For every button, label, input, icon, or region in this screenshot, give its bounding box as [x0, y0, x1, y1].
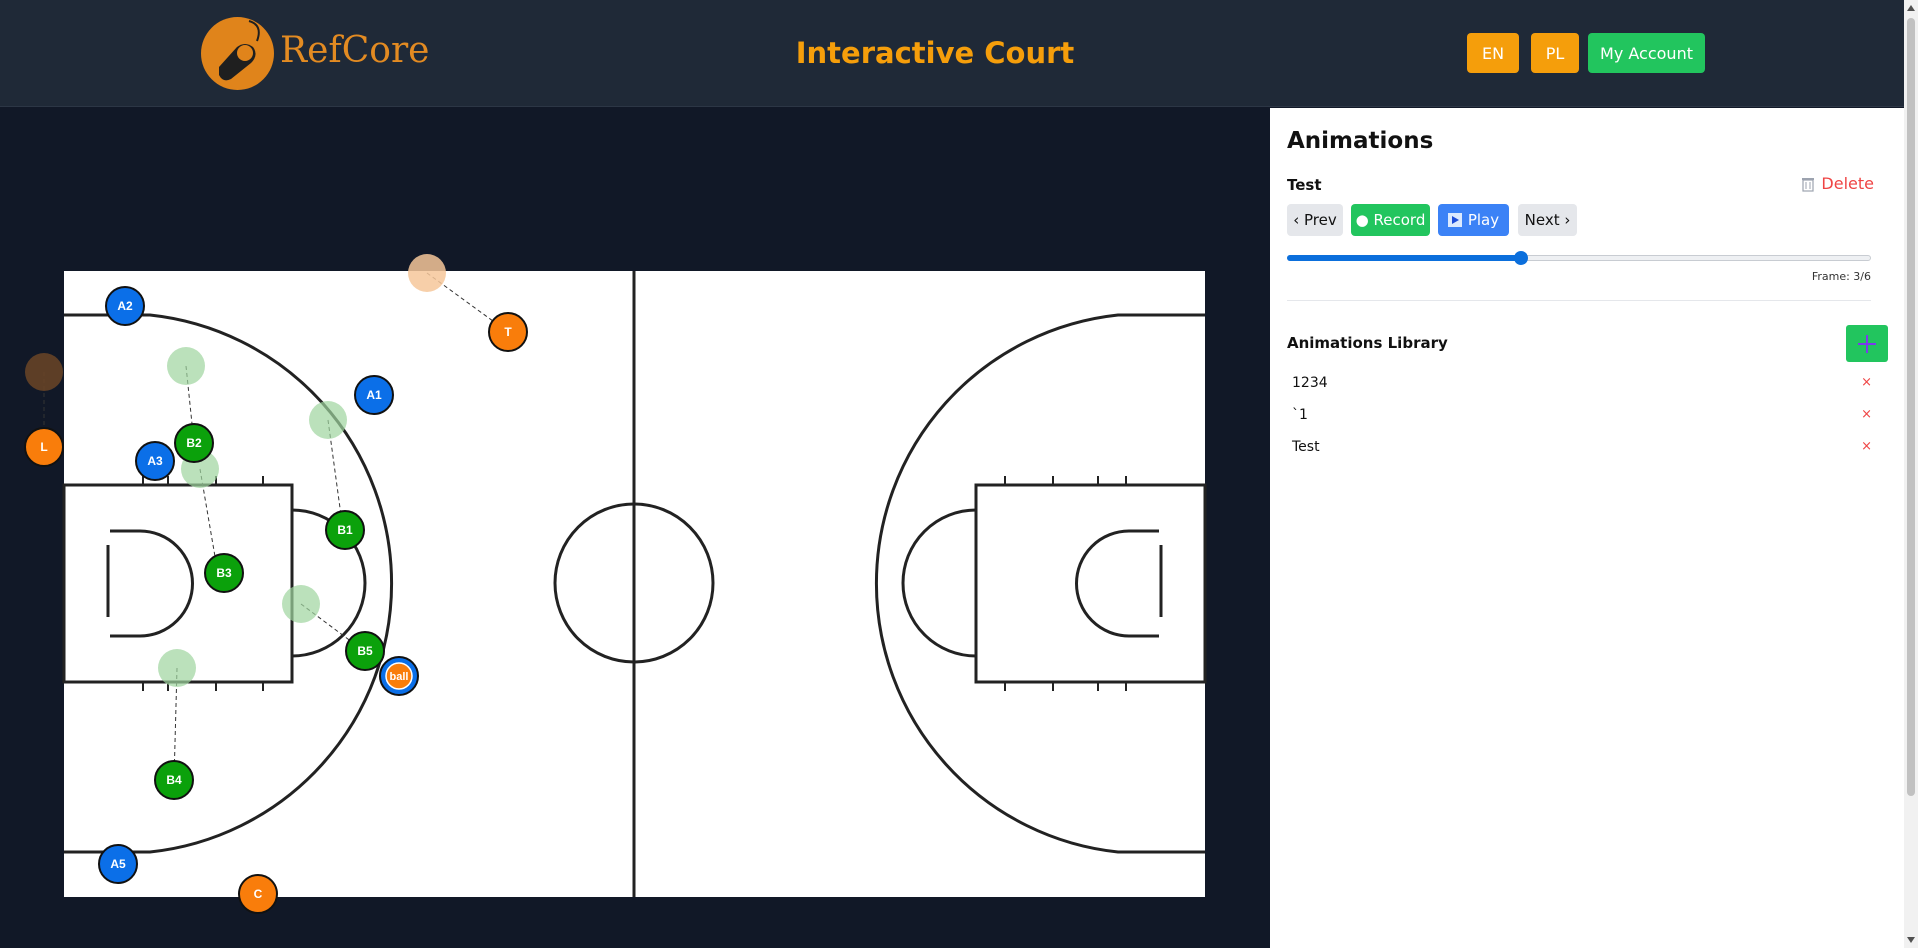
remove-icon[interactable]: × — [1861, 439, 1872, 454]
library-item[interactable]: `1 × — [1292, 407, 1872, 427]
frame-counter: Frame: 3/6 — [1811, 270, 1871, 283]
player-b4[interactable]: B4 — [154, 760, 194, 800]
record-button[interactable]: ● Record — [1351, 204, 1430, 236]
animations-panel: Animations Test Delete ‹ Prev ● Record P… — [1270, 108, 1904, 948]
library-item-name: Test — [1292, 439, 1320, 455]
player-a3[interactable]: A3 — [135, 441, 175, 481]
prev-frame-button[interactable]: ‹ Prev — [1287, 204, 1343, 236]
svg-text:B2: B2 — [186, 436, 202, 450]
divider — [1287, 300, 1871, 301]
player-b1[interactable]: B1 — [325, 510, 365, 550]
library-item-name: `1 — [1292, 407, 1308, 423]
remove-icon[interactable]: × — [1861, 407, 1872, 422]
svg-text:A1: A1 — [366, 388, 382, 402]
svg-text:T: T — [504, 325, 512, 339]
scroll-up-icon[interactable] — [1907, 5, 1915, 11]
ghost-player-b2 — [167, 347, 205, 385]
svg-text:ball: ball — [390, 671, 409, 683]
library-title: Animations Library — [1287, 334, 1448, 352]
basketball-court: A1 A2 A3 A5 B1 B2 B3 B4 B5 T L C ball — [24, 254, 1207, 914]
play-label: Play — [1467, 211, 1500, 229]
slider-thumb[interactable] — [1513, 251, 1528, 265]
scroll-down-icon[interactable] — [1907, 937, 1915, 943]
referee-l[interactable]: L — [24, 427, 64, 467]
svg-text:L: L — [40, 440, 47, 454]
svg-text:B5: B5 — [357, 644, 373, 658]
panel-title: Animations — [1287, 128, 1434, 154]
add-animation-button[interactable] — [1846, 325, 1888, 362]
player-b5[interactable]: B5 — [345, 631, 385, 671]
slider-fill — [1287, 255, 1521, 261]
svg-text:A2: A2 — [117, 299, 133, 313]
svg-text:A5: A5 — [110, 857, 126, 871]
play-button[interactable]: Play — [1438, 204, 1509, 236]
ghost-player-b4 — [158, 649, 196, 687]
ghost-player-b1 — [309, 401, 347, 439]
play-icon — [1447, 213, 1462, 227]
player-b2[interactable]: B2 — [174, 423, 214, 463]
current-animation-name: Test — [1287, 176, 1322, 194]
library-item[interactable]: Test × — [1292, 439, 1872, 459]
delete-label: Delete — [1821, 174, 1874, 193]
svg-text:B3: B3 — [216, 566, 232, 580]
court-area: A1 A2 A3 A5 B1 B2 B3 B4 B5 T L C ball — [0, 108, 1270, 948]
plus-icon — [1858, 334, 1876, 353]
trash-icon — [1801, 176, 1815, 192]
top-header: RefCore Interactive Court EN PL My Accou… — [0, 0, 1904, 107]
ball[interactable]: ball — [379, 656, 419, 696]
ghost-referee-t — [408, 254, 446, 292]
scrollbar-thumb[interactable] — [1907, 18, 1915, 796]
my-account-button[interactable]: My Account — [1588, 33, 1705, 73]
next-frame-button[interactable]: Next › — [1518, 204, 1577, 236]
library-item-name: 1234 — [1292, 375, 1328, 391]
ghost-referee-l — [25, 353, 63, 391]
player-b3[interactable]: B3 — [204, 553, 244, 593]
library-item[interactable]: 1234 × — [1292, 375, 1872, 395]
remove-icon[interactable]: × — [1861, 375, 1872, 390]
svg-text:C: C — [254, 887, 263, 901]
referee-c[interactable]: C — [238, 874, 278, 914]
player-a2[interactable]: A2 — [105, 286, 145, 326]
svg-text:A3: A3 — [147, 454, 163, 468]
player-a1[interactable]: A1 — [354, 375, 394, 415]
svg-text:B4: B4 — [166, 773, 182, 787]
frame-slider[interactable] — [1287, 248, 1871, 268]
page-scrollbar[interactable] — [1904, 0, 1918, 948]
delete-animation-button[interactable]: Delete — [1801, 174, 1874, 193]
language-pl-button[interactable]: PL — [1531, 33, 1579, 73]
ghost-player-b5 — [282, 585, 320, 623]
language-en-button[interactable]: EN — [1467, 33, 1519, 73]
player-a5[interactable]: A5 — [98, 844, 138, 884]
referee-t[interactable]: T — [488, 312, 528, 352]
svg-text:B1: B1 — [337, 523, 353, 537]
